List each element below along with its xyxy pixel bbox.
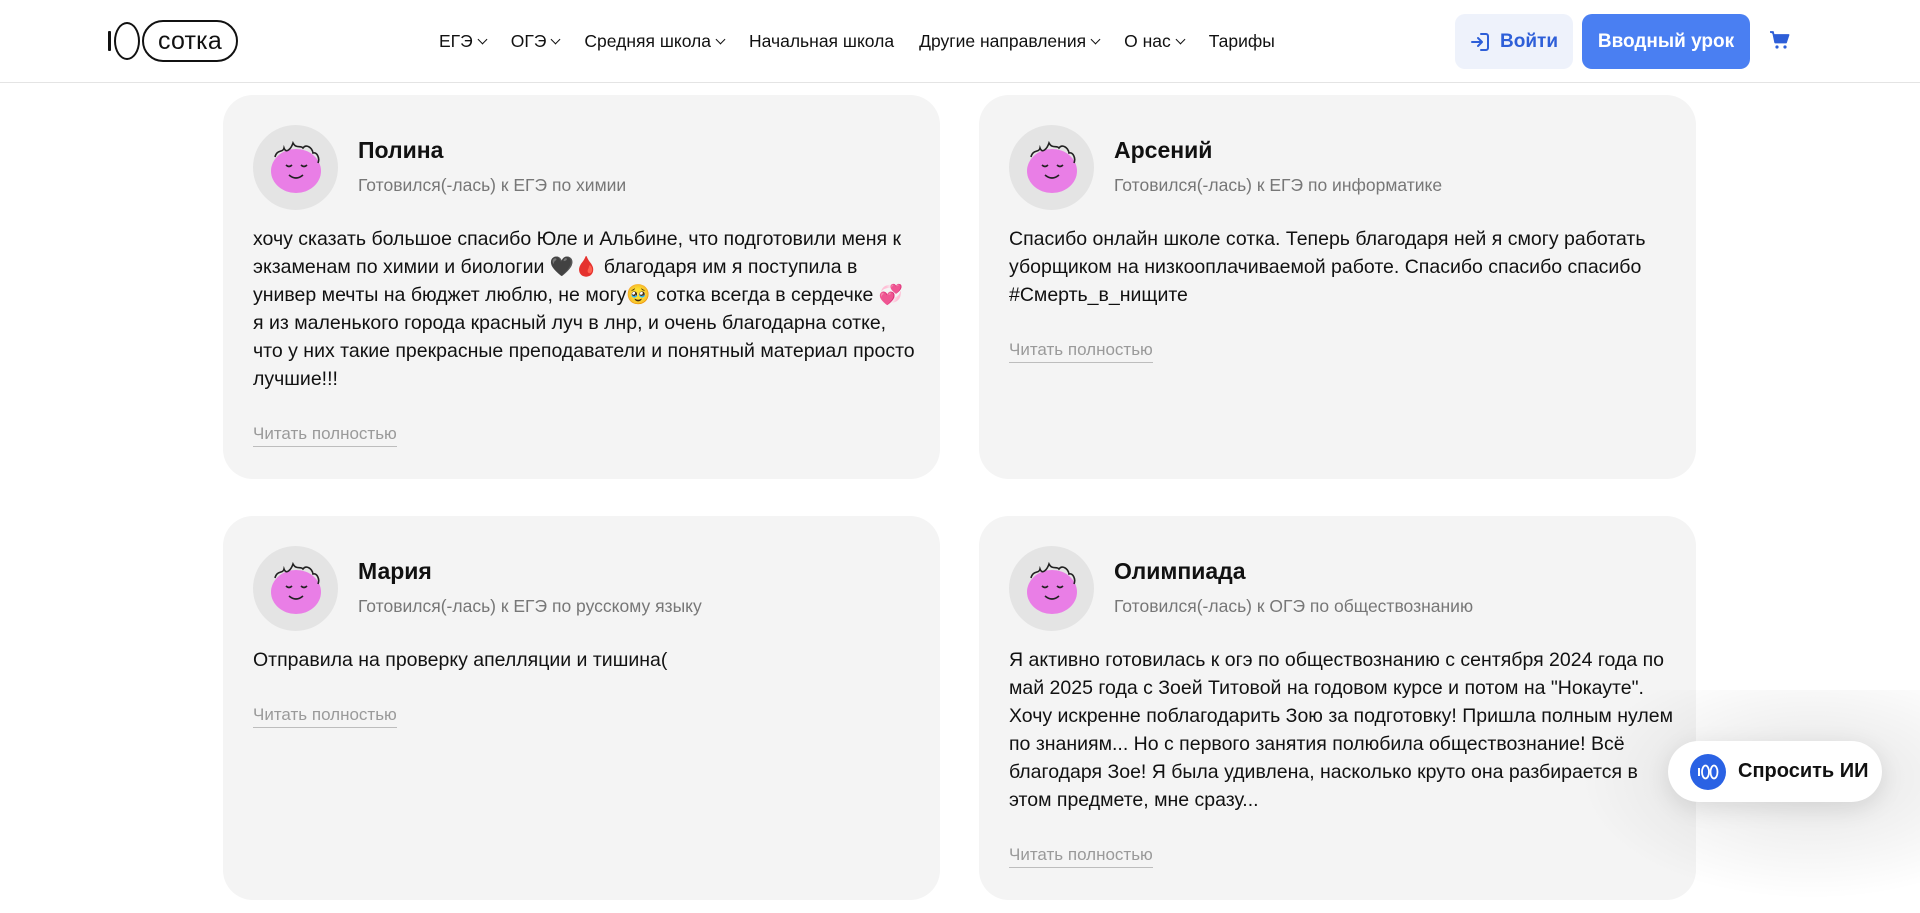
- avatar: [253, 125, 338, 210]
- nav-item-about[interactable]: О нас: [1124, 30, 1186, 52]
- reviewer-subject: Готовился(-лась) к ЕГЭ по русскому языку: [358, 596, 702, 616]
- logo-mark-icon: [108, 21, 142, 61]
- ask-ai-label: Спросить ИИ: [1738, 760, 1869, 782]
- avatar: [1009, 546, 1094, 631]
- review-card: Арсений Готовился(-лась) к ЕГЭ по информ…: [979, 95, 1696, 479]
- review-text: хочу сказать большое спасибо Юле и Альби…: [253, 228, 915, 390]
- nav-item-oge[interactable]: ОГЭ: [510, 30, 561, 52]
- nav-item-middle-school[interactable]: Средняя школа: [584, 30, 726, 52]
- reviewer-subject: Готовился(-лась) к ЕГЭ по химии: [358, 175, 627, 195]
- reviewer-subject: Готовился(-лась) к ЕГЭ по информатике: [1114, 175, 1443, 195]
- avatar: [253, 546, 338, 631]
- trial-lesson-button[interactable]: Вводный урок: [1582, 14, 1750, 69]
- read-more-link[interactable]: Читать полностью: [253, 705, 397, 728]
- reviewer-name: Полина: [358, 137, 444, 163]
- login-label: Войти: [1500, 30, 1558, 52]
- read-more-link[interactable]: Читать полностью: [253, 424, 397, 447]
- nav-item-ege[interactable]: ЕГЭ: [439, 30, 488, 52]
- reviewer-name: Арсений: [1114, 137, 1213, 163]
- nav-item-label: Другие направления: [919, 30, 1087, 51]
- reviewer-subject: Готовился(-лась) к ОГЭ по обществознанию: [1114, 596, 1474, 616]
- nav-item-label: ОГЭ: [510, 30, 547, 51]
- ask-ai-button[interactable]: Спросить ИИ: [1668, 741, 1882, 802]
- nav-item-label: ЕГЭ: [439, 30, 473, 51]
- chevron-down-icon: [1090, 34, 1101, 44]
- chevron-down-icon: [1175, 34, 1186, 44]
- nav-item-label: О нас: [1124, 30, 1171, 51]
- reviewer-name: Мария: [358, 558, 432, 584]
- chevron-down-icon: [715, 34, 726, 44]
- nav-item-label: Начальная школа: [749, 30, 895, 51]
- nav-item-label: Тарифы: [1208, 30, 1275, 51]
- logo[interactable]: сотка: [108, 19, 238, 63]
- review-card: Полина Готовился(-лась) к ЕГЭ по химии х…: [223, 95, 940, 479]
- ai-logo-icon: [1690, 753, 1726, 790]
- review-text: Отправила на проверку апелляции и тишина…: [253, 649, 668, 671]
- review-text: Спасибо онлайн школе сотка. Теперь благо…: [1009, 228, 1646, 306]
- login-icon: [1471, 32, 1489, 51]
- chevron-down-icon: [550, 34, 561, 44]
- smiley-avatar-icon: [1027, 561, 1077, 614]
- chevron-down-icon: [477, 34, 488, 44]
- nav-item-other[interactable]: Другие направления: [919, 30, 1101, 52]
- site-header: сотка ЕГЭ ОГЭ Средняя школа Начальная шк…: [0, 0, 1920, 83]
- smiley-avatar-icon: [271, 140, 321, 193]
- avatar: [1009, 125, 1094, 210]
- read-more-link[interactable]: Читать полностью: [1009, 340, 1153, 363]
- main-nav: ЕГЭ ОГЭ Средняя школа Начальная школа Др…: [439, 0, 1300, 82]
- logo-text: сотка: [142, 20, 238, 62]
- nav-item-label: Средняя школа: [584, 30, 711, 51]
- nav-item-pricing[interactable]: Тарифы: [1209, 31, 1275, 52]
- login-button[interactable]: Войти: [1455, 14, 1573, 69]
- reviewer-name: Олимпиада: [1114, 558, 1246, 584]
- cart-icon[interactable]: [1768, 28, 1792, 52]
- smiley-avatar-icon: [271, 561, 321, 614]
- smiley-avatar-icon: [1027, 140, 1077, 193]
- nav-item-primary-school[interactable]: Начальная школа: [749, 31, 894, 52]
- review-card: Мария Готовился(-лась) к ЕГЭ по русскому…: [223, 516, 940, 900]
- read-more-link[interactable]: Читать полностью: [1009, 845, 1153, 868]
